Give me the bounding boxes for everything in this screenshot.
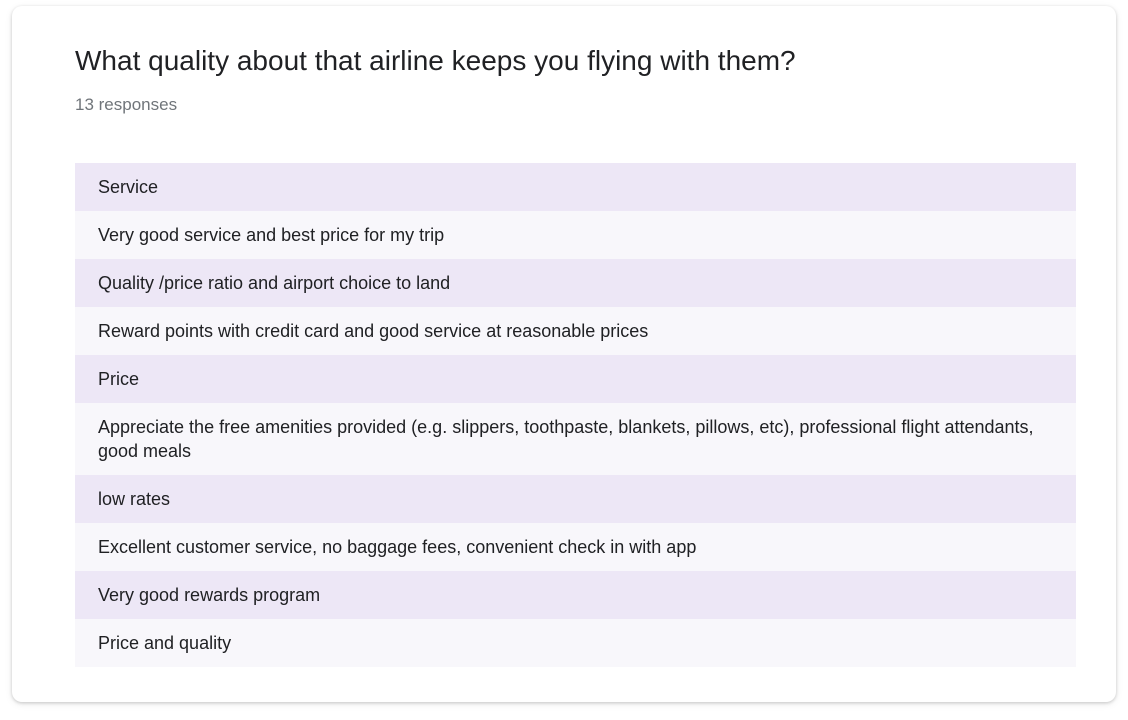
question-title: What quality about that airline keeps yo… <box>75 45 796 76</box>
response-item: Excellent customer service, no baggage f… <box>75 523 1076 571</box>
response-item: Very good service and best price for my … <box>75 211 1076 259</box>
response-item: Price <box>75 355 1076 403</box>
response-item: Reward points with credit card and good … <box>75 307 1076 355</box>
response-summary-card: What quality about that airline keeps yo… <box>12 6 1116 702</box>
response-item: Quality /price ratio and airport choice … <box>75 259 1076 307</box>
response-list: Service Very good service and best price… <box>75 163 1076 667</box>
response-item: Very good rewards program <box>75 571 1076 619</box>
response-item: Service <box>75 163 1076 211</box>
response-item: Price and quality <box>75 619 1076 667</box>
response-count: 13 responses <box>75 95 178 114</box>
response-item: low rates <box>75 475 1076 523</box>
response-item: Appreciate the free amenities provided (… <box>75 403 1076 475</box>
